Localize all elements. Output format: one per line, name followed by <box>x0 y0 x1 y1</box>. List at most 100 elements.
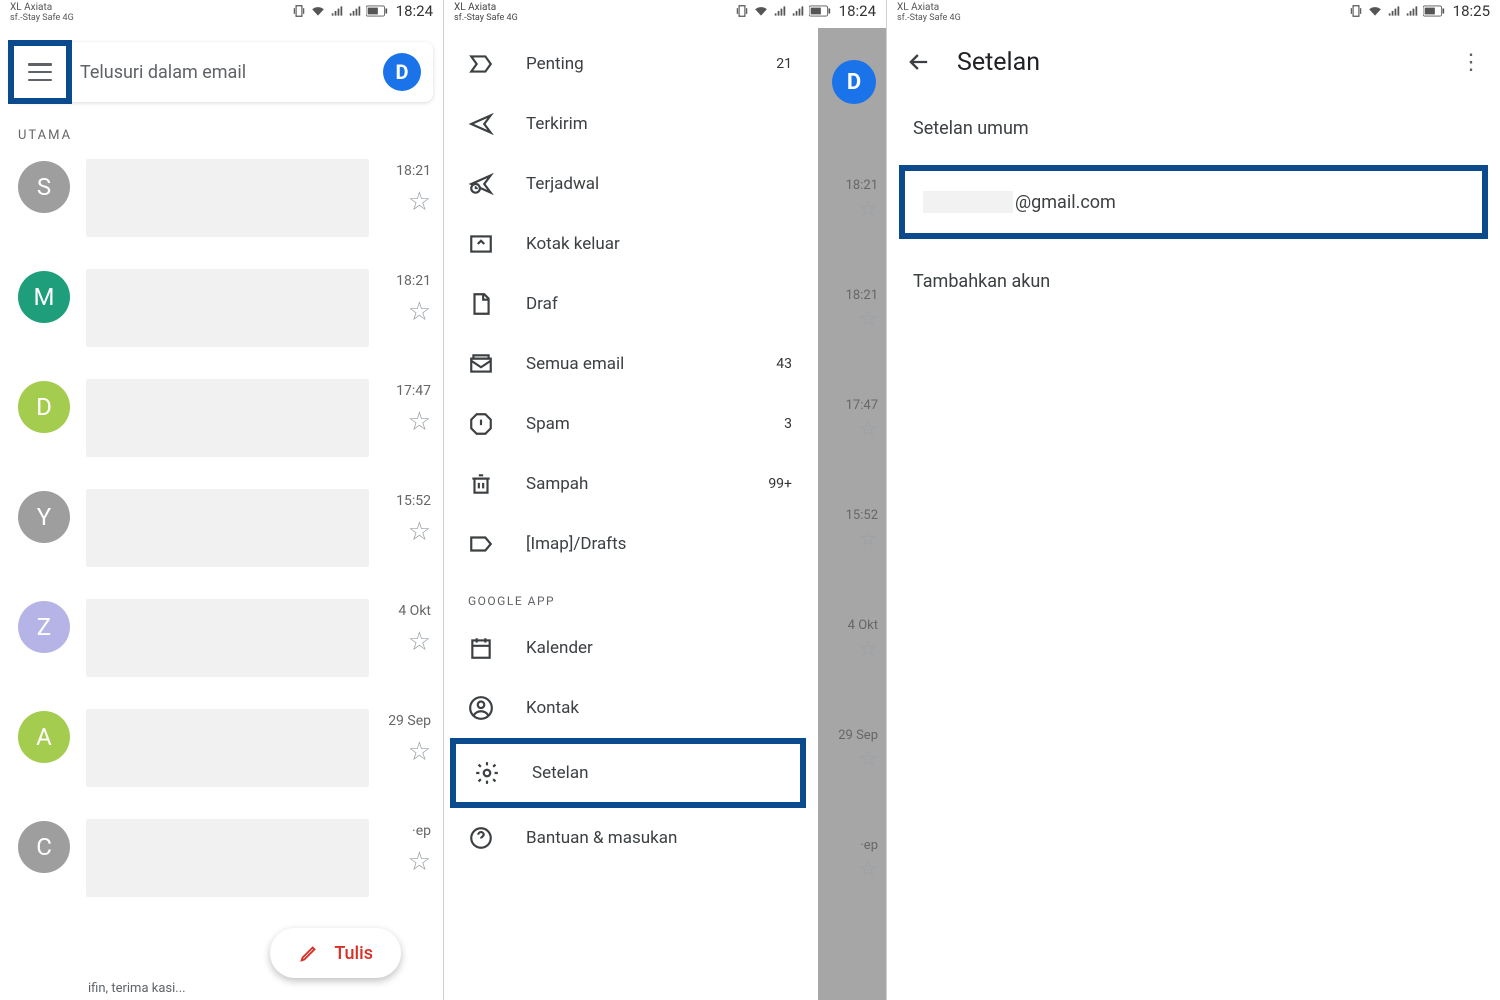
drawer-item-important[interactable]: Penting 21 <box>444 34 818 94</box>
drawer-item-scheduled[interactable]: Terjadwal <box>444 154 818 214</box>
email-row[interactable]: D 17:47 ☆ <box>0 369 443 479</box>
drawer-help-label: Bantuan & masukan <box>526 828 818 848</box>
email-preview-redacted <box>86 709 369 787</box>
section-primary: UTAMA <box>0 108 443 149</box>
more-vert-icon[interactable]: ⋮ <box>1460 50 1482 75</box>
account-avatar[interactable]: D <box>383 53 421 91</box>
bg-email-meta: 15:52☆ <box>846 508 878 551</box>
drawer-item-trash[interactable]: Sampah 99+ <box>444 454 818 514</box>
star-icon[interactable]: ☆ <box>408 409 431 435</box>
back-arrow-icon[interactable] <box>905 48 933 76</box>
allmail-icon <box>468 351 494 377</box>
calendar-icon <box>468 635 494 661</box>
star-icon[interactable]: ☆ <box>408 189 431 215</box>
bg-account-avatar: D <box>832 60 876 104</box>
carrier-sub: sf.-Stay Safe 4G <box>10 13 74 24</box>
bg-email-time: 4 Okt <box>848 618 878 633</box>
spam-icon <box>468 411 494 437</box>
drawer-item-allmail[interactable]: Semua email 43 <box>444 334 818 394</box>
star-icon[interactable]: ☆ <box>408 849 431 875</box>
star-icon[interactable]: ☆ <box>408 739 431 765</box>
drawer-item-label[interactable]: [Imap]/Drafts <box>444 514 818 574</box>
email-row[interactable]: Z 4 Okt ☆ <box>0 589 443 699</box>
drawer-item-outbox[interactable]: Kotak keluar <box>444 214 818 274</box>
label-icon <box>468 531 494 557</box>
star-icon[interactable]: ☆ <box>408 629 431 655</box>
star-icon: ☆ <box>858 749 878 771</box>
settings-add-account[interactable]: Tambahkan akun <box>887 249 1500 314</box>
search-input[interactable]: Telusuri dalam email <box>72 62 383 83</box>
bg-email-meta: 18:21☆ <box>846 288 878 331</box>
settings-account-highlight[interactable]: @gmail.com <box>899 165 1488 239</box>
email-time: 29 Sep <box>388 713 431 729</box>
drawer-item-spam[interactable]: Spam 3 <box>444 394 818 454</box>
sender-avatar: Z <box>18 601 70 653</box>
important-icon <box>468 51 494 77</box>
wifi-icon <box>753 4 769 18</box>
email-preview-redacted <box>86 379 369 457</box>
email-row[interactable]: M 18:21 ☆ <box>0 259 443 369</box>
redacted-email-prefix <box>923 191 1013 213</box>
email-time: 15:52 <box>396 493 431 509</box>
drawer-setelan-label: Setelan <box>532 763 800 783</box>
drawer-item-help[interactable]: Bantuan & masukan <box>444 808 818 868</box>
star-icon: ☆ <box>858 859 878 881</box>
setelan-highlight: Setelan <box>450 738 806 808</box>
email-row[interactable]: Y 15:52 ☆ <box>0 479 443 589</box>
drawer-item-draft[interactable]: Draf <box>444 274 818 334</box>
email-time: 18:21 <box>396 163 431 179</box>
sender-avatar: D <box>18 381 70 433</box>
drawer-item-sent[interactable]: Terkirim <box>444 94 818 154</box>
drawer-app-calendar[interactable]: Kalender <box>444 618 818 678</box>
drawer-item-label: Terkirim <box>526 114 792 134</box>
signal-icon-2 <box>348 4 362 18</box>
drawer-scrim[interactable]: D 18:21☆18:21☆17:47☆15:52☆4 Okt☆29 Sep☆·… <box>816 28 886 1000</box>
email-row[interactable]: A 29 Sep ☆ <box>0 699 443 809</box>
email-preview-redacted <box>86 819 369 897</box>
star-icon[interactable]: ☆ <box>408 299 431 325</box>
signal-icon-2 <box>791 4 805 18</box>
wifi-icon <box>1367 4 1383 18</box>
drawer-item-label: Terjadwal <box>526 174 792 194</box>
email-time: 17:47 <box>396 383 431 399</box>
contacts-icon <box>468 695 494 721</box>
star-icon[interactable]: ☆ <box>408 519 431 545</box>
outbox-icon <box>468 231 494 257</box>
drawer-app-label: Kontak <box>526 698 818 718</box>
pencil-icon <box>298 942 320 964</box>
email-meta: 17:47 ☆ <box>369 379 431 435</box>
bg-email-time: ·ep <box>860 838 878 853</box>
email-meta: 29 Sep ☆ <box>369 709 431 765</box>
bg-email-meta: 4 Okt☆ <box>848 618 878 661</box>
vibrate-icon <box>1349 4 1363 18</box>
status-icons: 18:24 <box>292 2 433 20</box>
battery-icon <box>1423 5 1445 17</box>
settings-topbar: Setelan ⋮ <box>887 28 1500 96</box>
sender-avatar: C <box>18 821 70 873</box>
carrier-label: XL Axiata <box>454 2 518 13</box>
wifi-icon <box>310 4 326 18</box>
compose-button[interactable]: Tulis <box>270 928 401 978</box>
settings-general[interactable]: Setelan umum <box>887 96 1500 161</box>
email-row[interactable]: C ·ep ☆ <box>0 809 443 899</box>
email-time: 4 Okt <box>398 603 431 619</box>
status-bar: XL Axiata sf.-Stay Safe 4G 18:24 <box>0 0 443 28</box>
star-icon: ☆ <box>858 309 878 331</box>
drawer-item-label: Draf <box>526 294 792 314</box>
scheduled-icon <box>468 171 494 197</box>
email-row[interactable]: S 18:21 ☆ <box>0 149 443 259</box>
email-meta: 18:21 ☆ <box>369 159 431 215</box>
carrier-sub: sf.-Stay Safe 4G <box>454 13 518 24</box>
email-time: 18:21 <box>396 273 431 289</box>
bg-email-meta: ·ep ☆ <box>858 838 878 881</box>
menu-icon <box>28 63 52 81</box>
signal-icon <box>1387 4 1401 18</box>
drawer-app-contacts[interactable]: Kontak <box>444 678 818 738</box>
email-meta: 18:21 ☆ <box>369 269 431 325</box>
email-preview-redacted <box>86 269 369 347</box>
sender-avatar: S <box>18 161 70 213</box>
drawer-item-setelan[interactable]: Setelan <box>456 744 800 802</box>
search-bar[interactable]: Telusuri dalam email D <box>10 42 433 102</box>
menu-button-highlight[interactable] <box>8 40 72 104</box>
drawer-item-label: Semua email <box>526 354 776 374</box>
